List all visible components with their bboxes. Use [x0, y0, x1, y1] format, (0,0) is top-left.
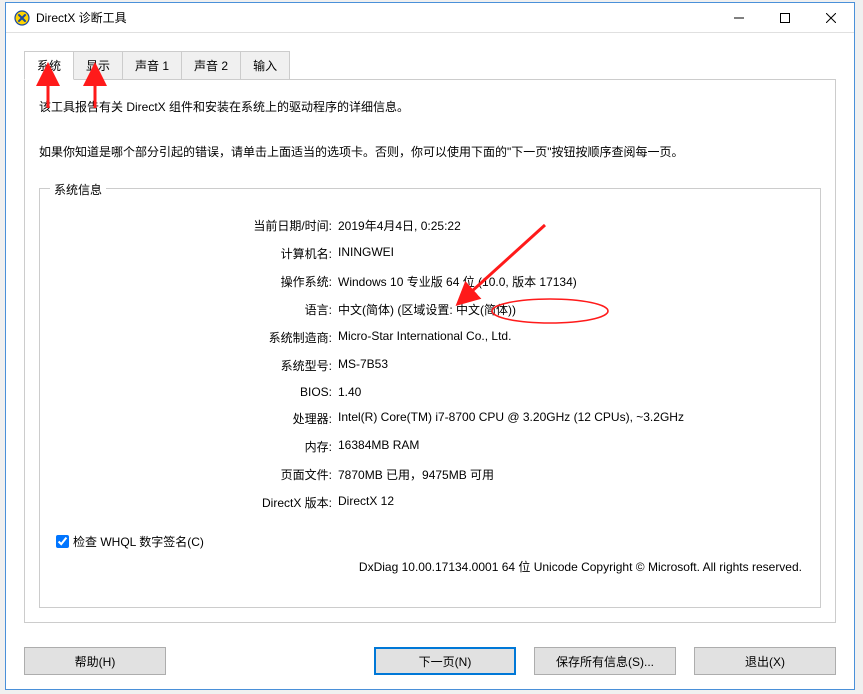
- row-language: 语言:中文(简体) (区域设置: 中文(简体)): [56, 301, 804, 318]
- app-icon: [14, 10, 30, 26]
- row-manufacturer: 系统制造商:Micro-Star International Co., Ltd.: [56, 329, 804, 346]
- tab-system[interactable]: 系统: [24, 51, 74, 80]
- value: Windows 10 专业版 64 位 (10.0, 版本 17134): [338, 273, 804, 290]
- copyright-footer: DxDiag 10.00.17134.0001 64 位 Unicode Cop…: [56, 558, 804, 575]
- value: 16384MB RAM: [338, 438, 804, 455]
- content-area: 系统 显示 声音 1 声音 2 输入 该工具报告有关 DirectX 组件和安装…: [6, 33, 854, 635]
- button-label: 保存所有信息(S)...: [556, 653, 654, 670]
- value: 7870MB 已用，9475MB 可用: [338, 466, 804, 483]
- row-memory: 内存:16384MB RAM: [56, 438, 804, 455]
- minimize-button[interactable]: [716, 3, 762, 33]
- tab-sound1[interactable]: 声音 1: [122, 51, 182, 80]
- value: 2019年4月4日, 0:25:22: [338, 217, 804, 234]
- label: 页面文件:: [56, 466, 338, 483]
- maximize-button[interactable]: [762, 3, 808, 33]
- help-button[interactable]: 帮助(H): [24, 647, 166, 675]
- whql-label: 检查 WHQL 数字签名(C): [73, 533, 204, 550]
- titlebar-buttons: [716, 3, 854, 33]
- row-processor: 处理器:Intel(R) Core(TM) i7-8700 CPU @ 3.20…: [56, 410, 804, 427]
- close-button[interactable]: [808, 3, 854, 33]
- value: MS-7B53: [338, 357, 804, 374]
- tab-label: 声音 2: [194, 59, 228, 73]
- button-label: 退出(X): [745, 653, 785, 670]
- tab-display[interactable]: 显示: [73, 51, 123, 80]
- row-directx: DirectX 版本:DirectX 12: [56, 494, 804, 511]
- save-button[interactable]: 保存所有信息(S)...: [534, 647, 676, 675]
- label: 操作系统:: [56, 273, 338, 290]
- value: 中文(简体) (区域设置: 中文(简体)): [338, 301, 804, 318]
- value: 1.40: [338, 385, 804, 399]
- row-model: 系统型号:MS-7B53: [56, 357, 804, 374]
- label: 内存:: [56, 438, 338, 455]
- value: DirectX 12: [338, 494, 804, 511]
- value: Intel(R) Core(TM) i7-8700 CPU @ 3.20GHz …: [338, 410, 804, 427]
- label: BIOS:: [56, 385, 338, 399]
- info-rows: 当前日期/时间:2019年4月4日, 0:25:22 计算机名:ININGWEI…: [56, 217, 804, 511]
- titlebar: DirectX 诊断工具: [6, 3, 854, 33]
- tab-panel: 该工具报告有关 DirectX 组件和安装在系统上的驱动程序的详细信息。 如果你…: [24, 79, 836, 623]
- tab-label: 输入: [253, 59, 277, 73]
- row-os: 操作系统:Windows 10 专业版 64 位 (10.0, 版本 17134…: [56, 273, 804, 290]
- row-datetime: 当前日期/时间:2019年4月4日, 0:25:22: [56, 217, 804, 234]
- label: 计算机名:: [56, 245, 338, 262]
- label: 处理器:: [56, 410, 338, 427]
- tab-sound2[interactable]: 声音 2: [181, 51, 241, 80]
- tab-strip: 系统 显示 声音 1 声音 2 输入: [24, 51, 836, 80]
- dxdiag-window: DirectX 诊断工具 系统 显示 声音 1 声音 2 输入 该工具报告有关 …: [5, 2, 855, 690]
- label: 系统制造商:: [56, 329, 338, 346]
- exit-button[interactable]: 退出(X): [694, 647, 836, 675]
- label: DirectX 版本:: [56, 494, 338, 511]
- label: 语言:: [56, 301, 338, 318]
- next-button[interactable]: 下一页(N): [374, 647, 516, 675]
- group-title: 系统信息: [50, 181, 106, 198]
- tab-label: 显示: [86, 59, 110, 73]
- row-pagefile: 页面文件:7870MB 已用，9475MB 可用: [56, 466, 804, 483]
- tab-input[interactable]: 输入: [240, 51, 290, 80]
- tab-label: 声音 1: [135, 59, 169, 73]
- button-row: 帮助(H) 下一页(N) 保存所有信息(S)... 退出(X): [6, 635, 854, 689]
- label: 系统型号:: [56, 357, 338, 374]
- tab-label: 系统: [37, 59, 61, 73]
- spacer: [184, 647, 356, 675]
- button-label: 下一页(N): [419, 653, 472, 670]
- value: ININGWEI: [338, 245, 804, 262]
- row-bios: BIOS:1.40: [56, 385, 804, 399]
- button-label: 帮助(H): [75, 653, 116, 670]
- whql-checkbox-row: 检查 WHQL 数字签名(C): [56, 533, 804, 550]
- window-title: DirectX 诊断工具: [36, 9, 716, 26]
- intro-text-2: 如果你知道是哪个部分引起的错误，请单击上面适当的选项卡。否则，你可以使用下面的"…: [39, 143, 821, 160]
- value: Micro-Star International Co., Ltd.: [338, 329, 804, 346]
- label: 当前日期/时间:: [56, 217, 338, 234]
- whql-checkbox[interactable]: [56, 535, 69, 548]
- system-info-group: 系统信息 当前日期/时间:2019年4月4日, 0:25:22 计算机名:INI…: [39, 188, 821, 608]
- intro-text-1: 该工具报告有关 DirectX 组件和安装在系统上的驱动程序的详细信息。: [39, 98, 821, 115]
- row-computer-name: 计算机名:ININGWEI: [56, 245, 804, 262]
